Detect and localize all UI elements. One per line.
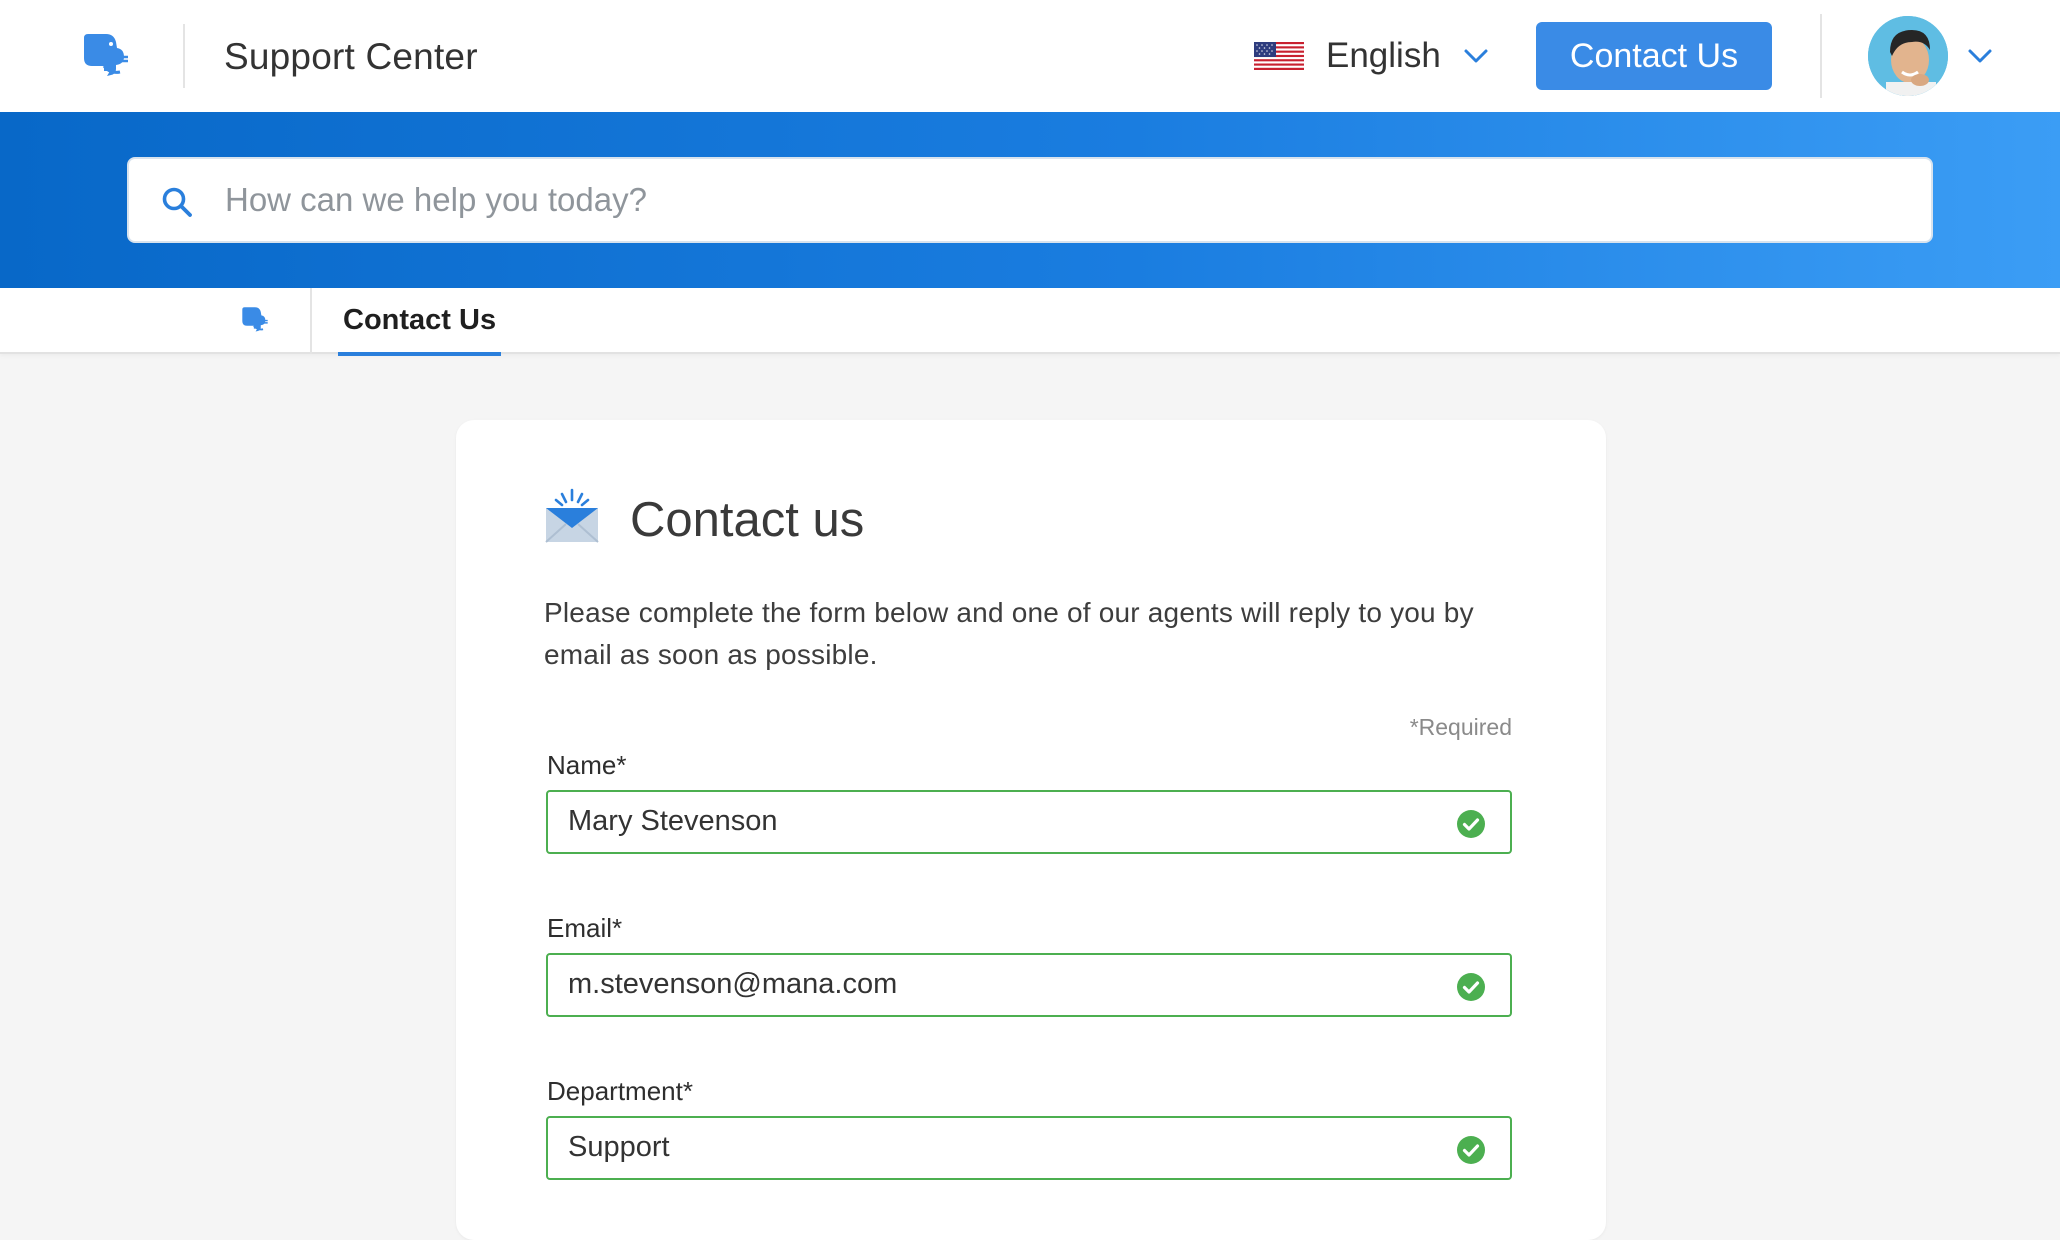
name-input[interactable]: [568, 792, 1448, 850]
search-input[interactable]: [225, 159, 1905, 241]
chevron-down-icon: [1464, 49, 1488, 63]
check-circle-icon: [1457, 973, 1485, 1001]
language-selector[interactable]: English: [1254, 32, 1489, 80]
header-divider: [1820, 14, 1822, 98]
header-divider: [183, 24, 185, 88]
department-field[interactable]: [546, 1116, 1512, 1180]
elephant-logo-icon[interactable]: [240, 304, 270, 336]
email-label: Email*: [547, 913, 623, 943]
check-circle-icon: [1457, 1136, 1485, 1164]
tab-contact-us[interactable]: Contact Us: [338, 288, 502, 356]
email-input[interactable]: [568, 955, 1448, 1013]
chevron-down-icon[interactable]: [1966, 47, 1994, 65]
elephant-logo-icon[interactable]: [80, 30, 132, 82]
form-description: Please complete the form below and one o…: [544, 597, 1474, 670]
name-label: Name*: [547, 750, 627, 780]
search-box[interactable]: [127, 157, 1933, 243]
envelope-icon: [545, 488, 599, 543]
department-label: Department*: [547, 1076, 693, 1106]
top-header: Support Center English Contact Us: [0, 0, 2060, 112]
name-field[interactable]: [546, 790, 1512, 854]
app-title: Support Center: [224, 36, 478, 77]
department-input[interactable]: [568, 1118, 1448, 1176]
required-note: *Required: [1409, 714, 1512, 740]
us-flag-icon: [1254, 42, 1304, 70]
user-avatar[interactable]: [1868, 16, 1948, 96]
search-hero: [0, 112, 2060, 288]
language-label: English: [1326, 36, 1441, 75]
breadcrumb-divider: [310, 288, 312, 354]
contact-us-button[interactable]: Contact Us: [1536, 22, 1772, 90]
check-circle-icon: [1457, 810, 1485, 838]
email-field[interactable]: [546, 953, 1512, 1017]
search-icon: [162, 187, 192, 217]
contact-form-card: Contact us Please complete the form belo…: [456, 420, 1606, 1240]
avatar-image: [1868, 16, 1948, 96]
breadcrumb: Contact Us: [0, 288, 2060, 356]
form-title: Contact us: [630, 493, 865, 547]
